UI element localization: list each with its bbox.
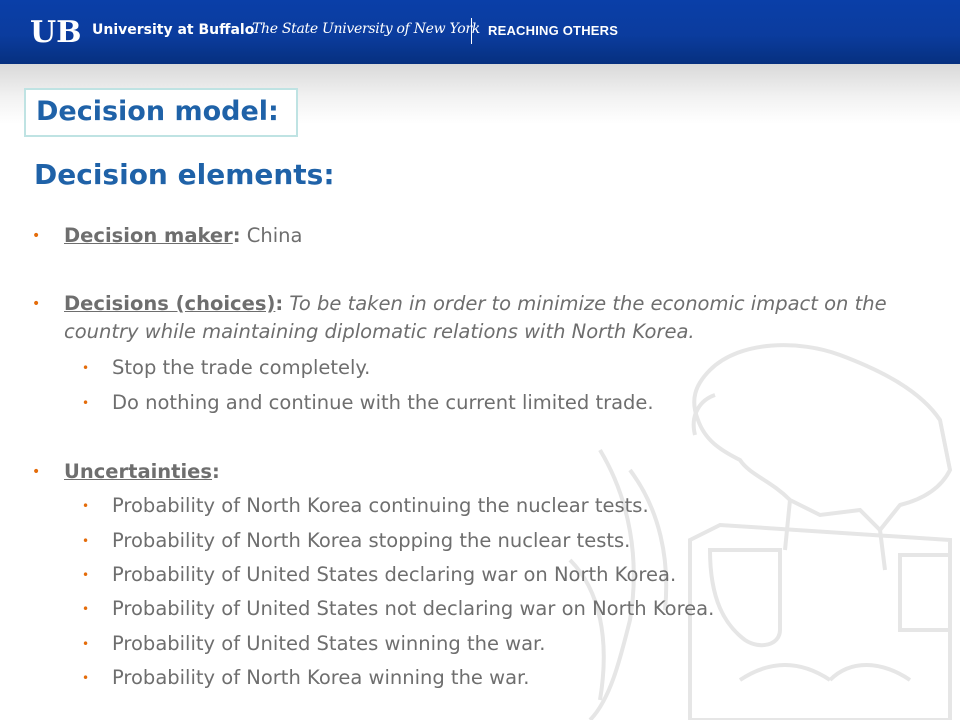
uncertainty-item: Probability of United States not declari…	[112, 597, 715, 620]
sub-bullet-dot-icon: •	[82, 396, 90, 410]
decision-option: Stop the trade completely.	[112, 356, 371, 379]
system-name: The State University of New York	[252, 21, 480, 37]
bullet-dot-icon: •	[32, 228, 41, 244]
uncertainty-item: Probability of North Korea winning the w…	[112, 666, 530, 689]
university-name: University at Buffalo	[92, 22, 255, 38]
bullet-dot-icon: •	[32, 296, 41, 312]
sub-bullet-dot-icon: •	[82, 602, 90, 616]
bullet-label: Uncertainties	[64, 460, 213, 483]
bullet-colon: :	[232, 224, 241, 247]
sub-bullet-dot-icon: •	[82, 499, 90, 513]
bullet-colon: :	[275, 292, 284, 315]
bullet-decision-maker: Decision maker: China	[64, 222, 934, 250]
uncertainty-item: Probability of United States declaring w…	[112, 563, 677, 586]
sub-bullet-dot-icon: •	[82, 361, 90, 375]
ub-logo: UB	[30, 15, 82, 49]
bullet-colon: :	[212, 460, 220, 483]
slide-title: Decision model:	[36, 96, 279, 127]
header-banner: UB University at Buffalo The State Unive…	[0, 0, 960, 64]
bullet-uncertainties: Uncertainties:	[64, 458, 934, 486]
slide-title-box: Decision model:	[24, 88, 298, 137]
sub-bullet-dot-icon: •	[82, 671, 90, 685]
slide-subtitle: Decision elements:	[34, 158, 335, 191]
sub-bullet-dot-icon: •	[82, 637, 90, 651]
sub-bullet-dot-icon: •	[82, 534, 90, 548]
bullet-label: Decisions (choices)	[64, 292, 276, 315]
sub-bullet-dot-icon: •	[82, 568, 90, 582]
bullet-text: China	[240, 224, 303, 247]
uncertainty-item: Probability of North Korea continuing th…	[112, 494, 649, 517]
bullet-dot-icon: •	[32, 464, 41, 480]
ub-logo-letters: UB	[30, 15, 82, 49]
uncertainty-item: Probability of United States winning the…	[112, 632, 546, 655]
brand-divider	[471, 18, 472, 44]
uncertainty-item: Probability of North Korea stopping the …	[112, 529, 631, 552]
bullet-decisions: Decisions (choices): To be taken in orde…	[64, 290, 934, 346]
decision-option: Do nothing and continue with the current…	[112, 391, 654, 414]
brand-tagline: REACHING OTHERS	[488, 23, 619, 38]
bullet-label: Decision maker	[64, 224, 233, 247]
